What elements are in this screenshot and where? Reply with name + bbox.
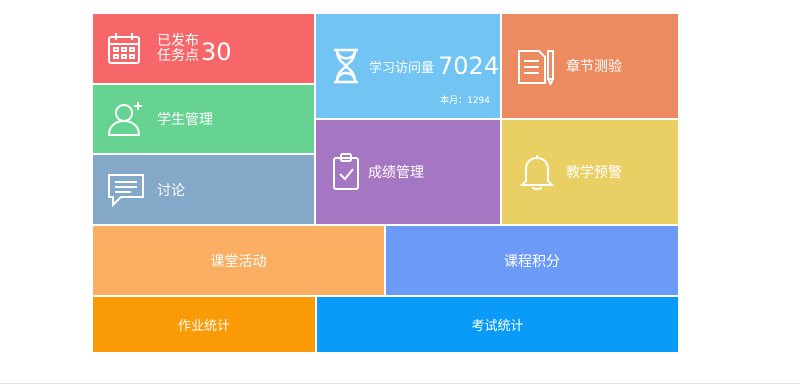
tile-chapter-quiz[interactable]: 章节测验 [502, 14, 678, 118]
bottom-divider [0, 383, 800, 384]
tile-teaching-warning[interactable]: 教学预警 [502, 120, 678, 224]
students-label: 学生管理 [157, 112, 213, 128]
visits-month: 本月：1294 [440, 96, 490, 106]
grades-label: 成绩管理 [368, 165, 424, 181]
visits-label: 学习访问量 [369, 60, 435, 76]
class-activity-label: 课堂活动 [210, 253, 267, 270]
tile-student-management[interactable]: 学生管理 [93, 85, 314, 153]
tasks-label: 已发布 任务点 [157, 32, 199, 64]
tile-published-tasks[interactable]: 已发布 任务点 30 [93, 14, 314, 83]
warning-label: 教学预警 [566, 165, 622, 181]
quiz-label: 章节测验 [566, 59, 622, 75]
tile-grade-management[interactable]: 成绩管理 [316, 120, 500, 224]
discussion-label: 讨论 [157, 182, 185, 199]
clipboard-check-icon [332, 153, 360, 191]
tasks-count: 30 [201, 37, 232, 66]
calendar-icon [107, 32, 141, 66]
tile-course-points[interactable]: 课程积分 [386, 226, 678, 295]
document-pen-icon [517, 47, 555, 85]
tile-class-activity[interactable]: 课堂活动 [93, 226, 384, 295]
add-user-icon [107, 101, 145, 137]
bell-icon [520, 153, 554, 191]
tasks-line2: 任务点 [157, 47, 199, 64]
tile-exam-stats[interactable]: 考试统计 [317, 297, 678, 352]
chat-icon [107, 173, 145, 207]
tile-learning-visits[interactable]: 学习访问量 7024 本月：1294 [316, 14, 500, 118]
tile-discussion[interactable]: 讨论 [93, 155, 314, 224]
course-points-label: 课程积分 [504, 253, 560, 270]
exam-label: 考试统计 [471, 319, 524, 334]
tasks-line1: 已发布 [157, 32, 199, 49]
hourglass-icon [332, 48, 360, 84]
visits-count: 7024 [438, 52, 500, 80]
homework-label: 作业统计 [177, 319, 230, 334]
tile-homework-stats[interactable]: 作业统计 [93, 297, 315, 352]
